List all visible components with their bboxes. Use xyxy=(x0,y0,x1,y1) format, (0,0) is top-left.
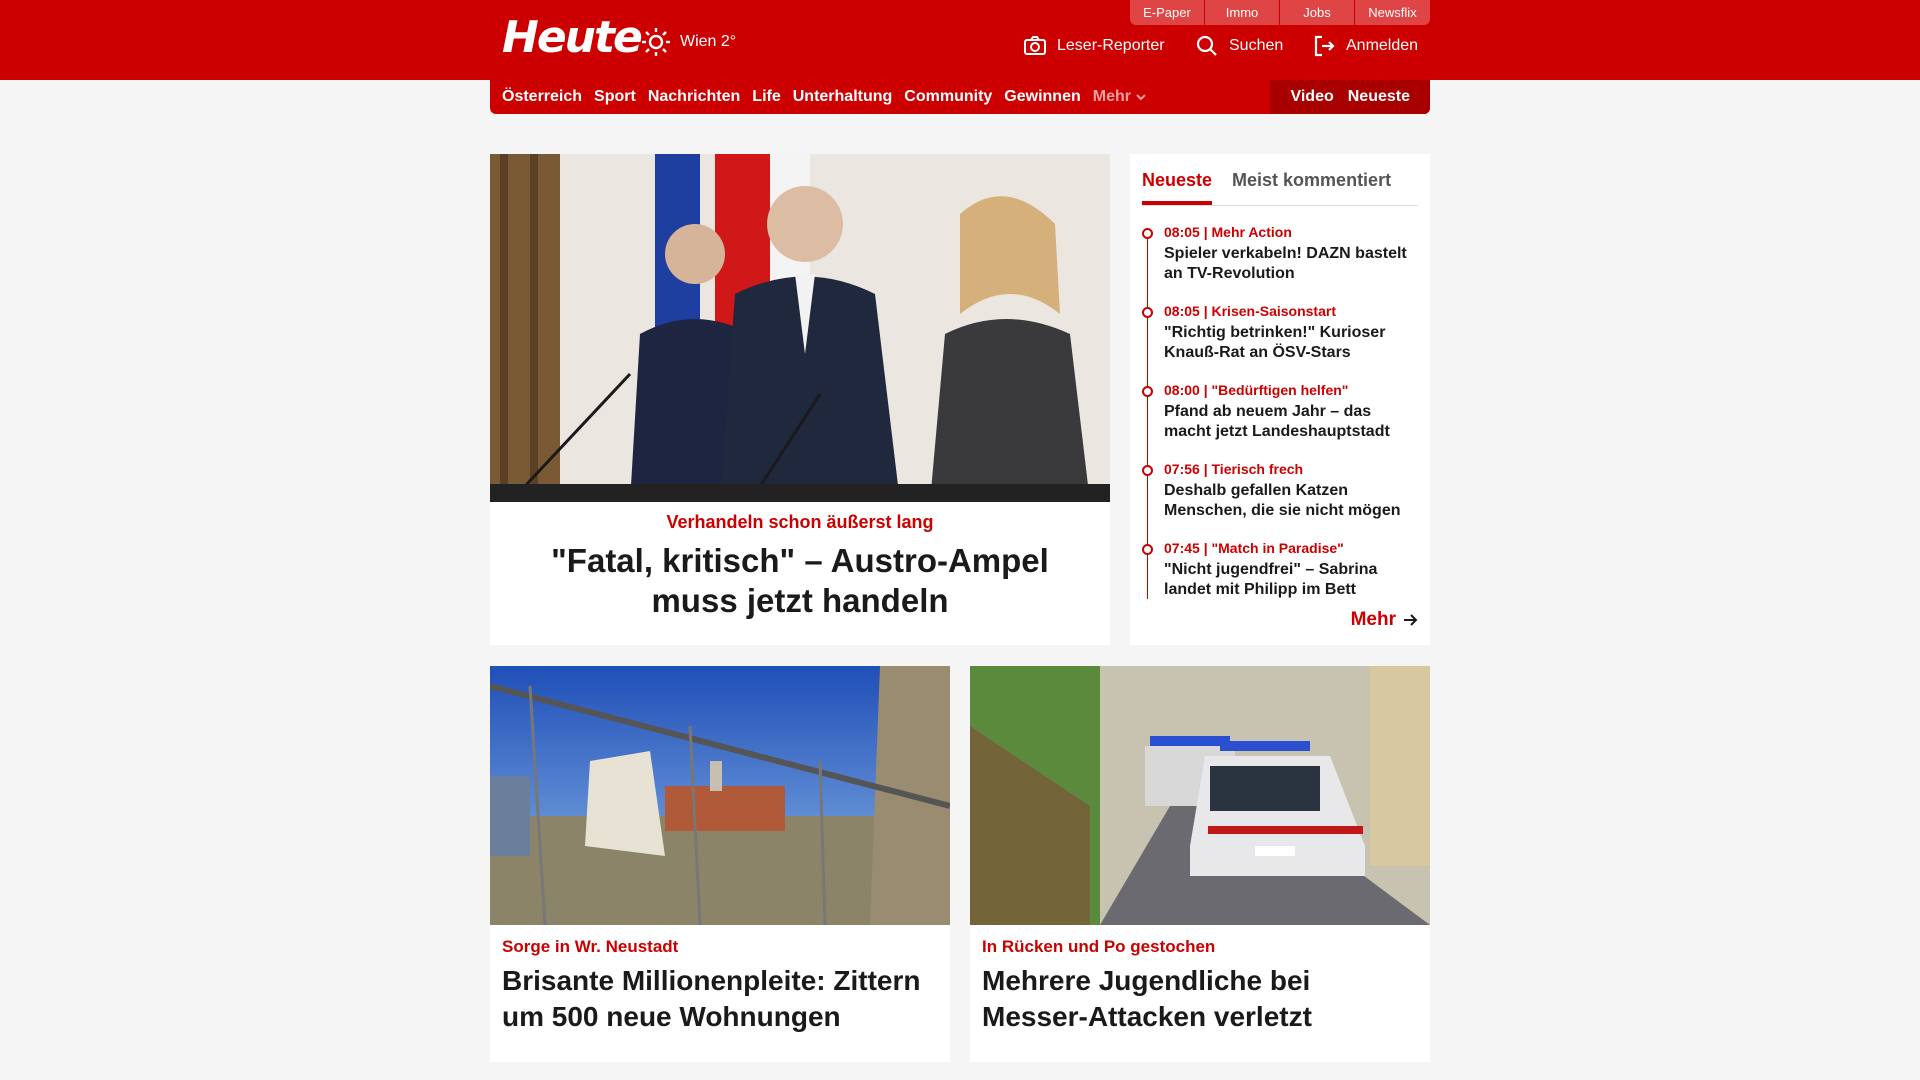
news-timeline: 08:05 | Mehr Action Spieler verkabeln! D… xyxy=(1142,218,1418,613)
list-item-title[interactable]: Pfand ab neuem Jahr – das macht jetzt La… xyxy=(1164,402,1418,442)
nav-neueste[interactable]: Neueste xyxy=(1348,88,1410,106)
nav-item-unterhaltung[interactable]: Unterhaltung xyxy=(793,88,893,106)
sidebar-more-label: Mehr xyxy=(1350,609,1396,630)
chevron-down-icon xyxy=(1136,94,1146,101)
card-image[interactable] xyxy=(490,666,950,925)
arrow-right-icon xyxy=(1404,614,1418,626)
main-nav: Österreich Sport Nachrichten Life Unterh… xyxy=(490,80,1430,114)
weather-widget[interactable]: Wien 2° xyxy=(640,26,736,58)
article-card[interactable]: Sorge in Wr. Neustadt Brisante Millionen… xyxy=(490,666,950,1062)
tab-meist-kommentiert[interactable]: Meist kommentiert xyxy=(1232,162,1391,205)
nav-more-label: Mehr xyxy=(1092,88,1131,105)
login-button[interactable]: Anmelden xyxy=(1312,34,1418,58)
utility-tabs: E-Paper Immo Jobs Newsflix xyxy=(1130,0,1430,25)
search-button[interactable]: Suchen xyxy=(1195,34,1283,58)
list-item[interactable]: 08:05 | Krisen-Saisonstart "Richtig betr… xyxy=(1142,297,1418,376)
nav-item-oesterreich[interactable]: Österreich xyxy=(502,88,582,106)
construction-site-photo xyxy=(490,666,950,925)
leser-reporter-label: Leser-Reporter xyxy=(1057,37,1165,54)
nav-item-community[interactable]: Community xyxy=(904,88,992,106)
leser-reporter-button[interactable]: Leser-Reporter xyxy=(1023,34,1165,58)
search-icon xyxy=(1196,35,1217,56)
camera-icon xyxy=(1024,36,1046,55)
nav-item-nachrichten[interactable]: Nachrichten xyxy=(648,88,740,106)
card-image[interactable] xyxy=(970,666,1430,925)
timeline-dot xyxy=(1142,465,1153,476)
list-item-title[interactable]: Spieler verkabeln! DAZN bastelt an TV-Re… xyxy=(1164,244,1418,284)
list-item[interactable]: 08:05 | Mehr Action Spieler verkabeln! D… xyxy=(1142,218,1418,297)
list-item-title[interactable]: "Nicht jugendfrei" – Sabrina landet mit … xyxy=(1164,560,1418,600)
nav-item-sport[interactable]: Sport xyxy=(594,88,636,106)
list-item-title[interactable]: Deshalb gefallen Katzen Menschen, die si… xyxy=(1164,481,1418,521)
tab-newsflix[interactable]: Newsflix xyxy=(1355,0,1430,25)
tab-neueste[interactable]: Neueste xyxy=(1142,162,1213,205)
list-item-meta: 07:45 | "Match in Paradise" xyxy=(1164,540,1344,556)
heute-logo[interactable]: Heute xyxy=(502,12,643,63)
card-title[interactable]: Mehrere Jugendliche bei Messer-Attacken … xyxy=(982,963,1418,1035)
sidebar-more-link[interactable]: Mehr xyxy=(1351,609,1418,631)
list-item-meta: 08:05 | Krisen-Saisonstart xyxy=(1164,303,1336,319)
hero-photo xyxy=(490,154,1110,502)
card-title[interactable]: Brisante Millionenpleite: Zittern um 500… xyxy=(502,963,938,1035)
list-item-meta: 07:56 | Tierisch frech xyxy=(1164,461,1304,477)
list-item-title[interactable]: "Richtig betrinken!" Kurioser Knauß-Rat … xyxy=(1164,323,1418,363)
login-icon xyxy=(1314,35,1335,57)
list-item[interactable]: 07:45 | "Match in Paradise" "Nicht jugen… xyxy=(1142,534,1418,613)
list-item-meta: 08:05 | Mehr Action xyxy=(1164,224,1292,240)
tab-jobs[interactable]: Jobs xyxy=(1280,0,1355,25)
weather-label: Wien 2° xyxy=(680,33,737,50)
login-label: Anmelden xyxy=(1346,37,1419,54)
timeline-dot xyxy=(1142,544,1153,555)
tab-immo[interactable]: Immo xyxy=(1205,0,1280,25)
nav-right-group: Video Neueste xyxy=(1270,80,1430,114)
hero-article[interactable]: Verhandeln schon äußerst lang "Fatal, kr… xyxy=(490,154,1110,645)
sidebar-tabs: Neueste Meist kommentiert xyxy=(1142,162,1418,206)
article-card[interactable]: In Rücken und Po gestochen Mehrere Jugen… xyxy=(970,666,1430,1062)
timeline-dot xyxy=(1142,307,1153,318)
timeline-dot xyxy=(1142,228,1153,239)
top-header xyxy=(0,0,1920,80)
police-cars-photo xyxy=(970,666,1430,925)
card-kicker[interactable]: In Rücken und Po gestochen xyxy=(982,937,1418,957)
sun-icon xyxy=(642,28,670,56)
list-item-meta: 08:00 | "Bedürftigen helfen" xyxy=(1164,382,1349,398)
nav-item-gewinnen[interactable]: Gewinnen xyxy=(1004,88,1080,106)
hero-title[interactable]: "Fatal, kritisch" – Austro-Ampel muss je… xyxy=(490,533,1110,621)
search-label: Suchen xyxy=(1229,37,1284,54)
latest-news-sidebar: Neueste Meist kommentiert 08:05 | Mehr A… xyxy=(1130,154,1430,645)
nav-item-life[interactable]: Life xyxy=(752,88,780,106)
nav-more-dropdown[interactable]: Mehr xyxy=(1093,88,1147,106)
card-kicker[interactable]: Sorge in Wr. Neustadt xyxy=(502,937,938,957)
timeline-dot xyxy=(1142,386,1153,397)
list-item[interactable]: 07:56 | Tierisch frech Deshalb gefallen … xyxy=(1142,455,1418,534)
hero-kicker[interactable]: Verhandeln schon äußerst lang xyxy=(490,512,1110,533)
nav-video[interactable]: Video xyxy=(1290,88,1333,106)
tab-e-paper[interactable]: E-Paper xyxy=(1130,0,1205,25)
list-item[interactable]: 08:00 | "Bedürftigen helfen" Pfand ab ne… xyxy=(1142,376,1418,455)
hero-image[interactable] xyxy=(490,154,1110,502)
